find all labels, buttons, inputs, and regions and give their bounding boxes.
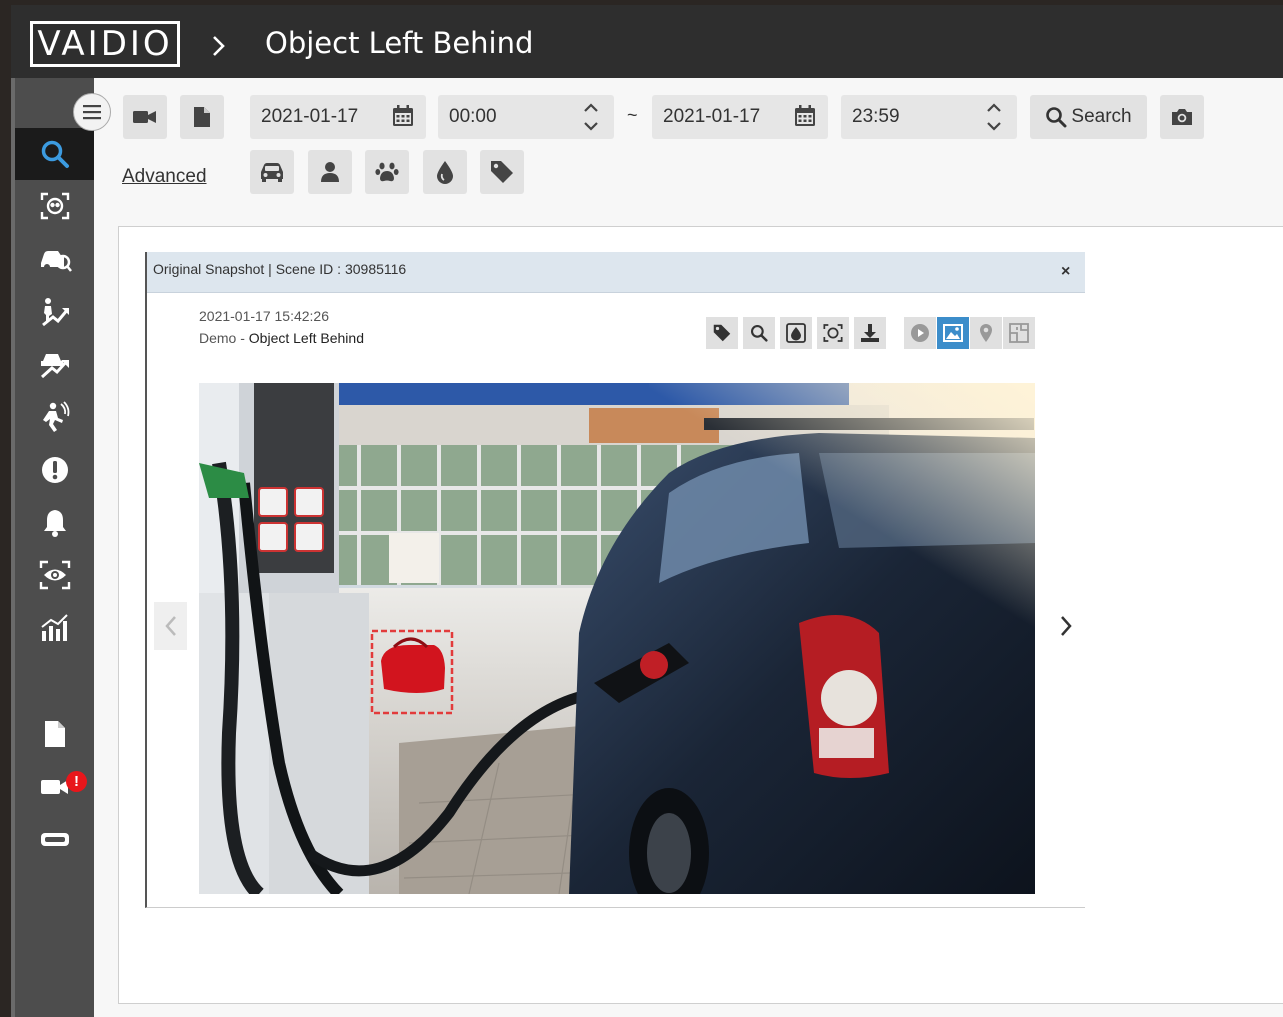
paw-icon xyxy=(375,162,399,182)
video-camera-icon xyxy=(133,111,156,123)
previous-button[interactable] xyxy=(154,602,187,650)
search-icon xyxy=(1046,107,1067,128)
search-label: Search xyxy=(1071,106,1132,127)
search-button[interactable]: Search xyxy=(1030,95,1147,139)
statistics-icon[interactable] xyxy=(15,602,94,654)
filter-person-button[interactable] xyxy=(308,150,352,194)
camera-name: Object Left Behind xyxy=(248,330,364,346)
filter-car-button[interactable] xyxy=(250,150,294,194)
tag-icon xyxy=(713,324,731,342)
download-icon xyxy=(861,324,879,342)
face-search-icon[interactable] xyxy=(15,180,94,232)
floorplan-icon xyxy=(1009,323,1029,343)
face-icon xyxy=(823,324,843,342)
tag-button[interactable] xyxy=(706,317,738,349)
snapshot-title: Original Snapshot | Scene ID : 30985116 xyxy=(153,261,407,277)
breadcrumb-chevron-icon xyxy=(213,36,225,56)
search-icon[interactable] xyxy=(15,128,94,180)
map-pin-icon xyxy=(980,324,992,342)
sidebar: ! xyxy=(15,78,94,1017)
zoom-icon xyxy=(750,324,768,342)
end-date-value: 2021-01-17 xyxy=(663,106,761,127)
car-icon xyxy=(261,163,283,182)
file-icon xyxy=(194,107,210,127)
play-view-button[interactable] xyxy=(904,317,936,349)
end-time-value: 23:59 xyxy=(852,106,900,127)
camera-icon xyxy=(1172,109,1192,125)
start-time-value: 00:00 xyxy=(449,106,497,127)
end-time-field[interactable]: 23:59 xyxy=(841,95,1017,139)
end-date-field[interactable]: 2021-01-17 xyxy=(652,95,828,139)
range-separator: ~ xyxy=(627,105,638,125)
top-bar: VAIDIO Object Left Behind xyxy=(11,5,1283,78)
map-view-button[interactable] xyxy=(970,317,1002,349)
time-stepper-icon[interactable] xyxy=(583,100,599,134)
image-view-button[interactable] xyxy=(937,317,969,349)
vehicle-trend-icon[interactable] xyxy=(15,338,94,390)
next-button[interactable] xyxy=(1049,602,1082,650)
loitering-icon[interactable] xyxy=(15,391,94,443)
download-button[interactable] xyxy=(854,317,886,349)
hamburger-icon xyxy=(83,105,101,120)
face-search-button[interactable] xyxy=(817,317,849,349)
bell-icon[interactable] xyxy=(15,496,94,548)
chevron-right-icon xyxy=(1060,616,1072,636)
alert-icon[interactable] xyxy=(15,444,94,496)
calendar-icon xyxy=(795,105,815,126)
alert-badge: ! xyxy=(66,771,87,792)
filter-color-button[interactable] xyxy=(423,150,467,194)
start-date-field[interactable]: 2021-01-17 xyxy=(250,95,426,139)
color-search-button[interactable] xyxy=(780,317,812,349)
camera-source-button[interactable] xyxy=(123,95,167,139)
calendar-icon xyxy=(393,105,413,126)
start-date-value: 2021-01-17 xyxy=(261,106,359,127)
page-title: Object Left Behind xyxy=(265,26,534,60)
storage-icon[interactable] xyxy=(15,814,94,866)
close-button[interactable]: × xyxy=(1061,263,1070,281)
person-icon xyxy=(321,162,339,182)
zoom-button[interactable] xyxy=(743,317,775,349)
color-drop-icon xyxy=(437,161,453,184)
vaidio-logo[interactable]: VAIDIO xyxy=(30,21,180,67)
snapshot-image[interactable] xyxy=(199,383,1035,894)
snapshot-timestamp: 2021-01-17 15:42:26 xyxy=(199,308,329,324)
vehicle-search-icon[interactable] xyxy=(15,233,94,285)
camera-alert-icon[interactable]: ! xyxy=(15,761,94,813)
filter-tag-button[interactable] xyxy=(480,150,524,194)
snapshot-search-button[interactable] xyxy=(1160,95,1204,139)
time-stepper-icon[interactable] xyxy=(986,100,1002,134)
image-icon xyxy=(943,324,963,342)
filter-animal-button[interactable] xyxy=(365,150,409,194)
tag-icon xyxy=(491,161,513,183)
snapshot-card: Original Snapshot | Scene ID : 30985116 … xyxy=(145,252,1085,908)
person-trend-icon[interactable] xyxy=(15,286,94,338)
eye-monitor-icon[interactable] xyxy=(15,549,94,601)
start-time-field[interactable]: 00:00 xyxy=(438,95,614,139)
camera-prefix: Demo - xyxy=(199,330,249,346)
menu-toggle-button[interactable] xyxy=(73,93,111,131)
snapshot-camera: Demo - Object Left Behind xyxy=(199,330,364,346)
file-source-button[interactable] xyxy=(180,95,224,139)
snapshot-header: Original Snapshot | Scene ID : 30985116 … xyxy=(147,252,1085,293)
play-icon xyxy=(911,324,929,342)
advanced-link[interactable]: Advanced xyxy=(122,166,207,188)
report-icon[interactable] xyxy=(15,708,94,760)
floorplan-view-button[interactable] xyxy=(1003,317,1035,349)
color-icon xyxy=(786,323,806,343)
chevron-left-icon xyxy=(164,616,176,636)
app-frame: VAIDIO Object Left Behind ! 2021-01-17 0… xyxy=(11,5,1283,1017)
